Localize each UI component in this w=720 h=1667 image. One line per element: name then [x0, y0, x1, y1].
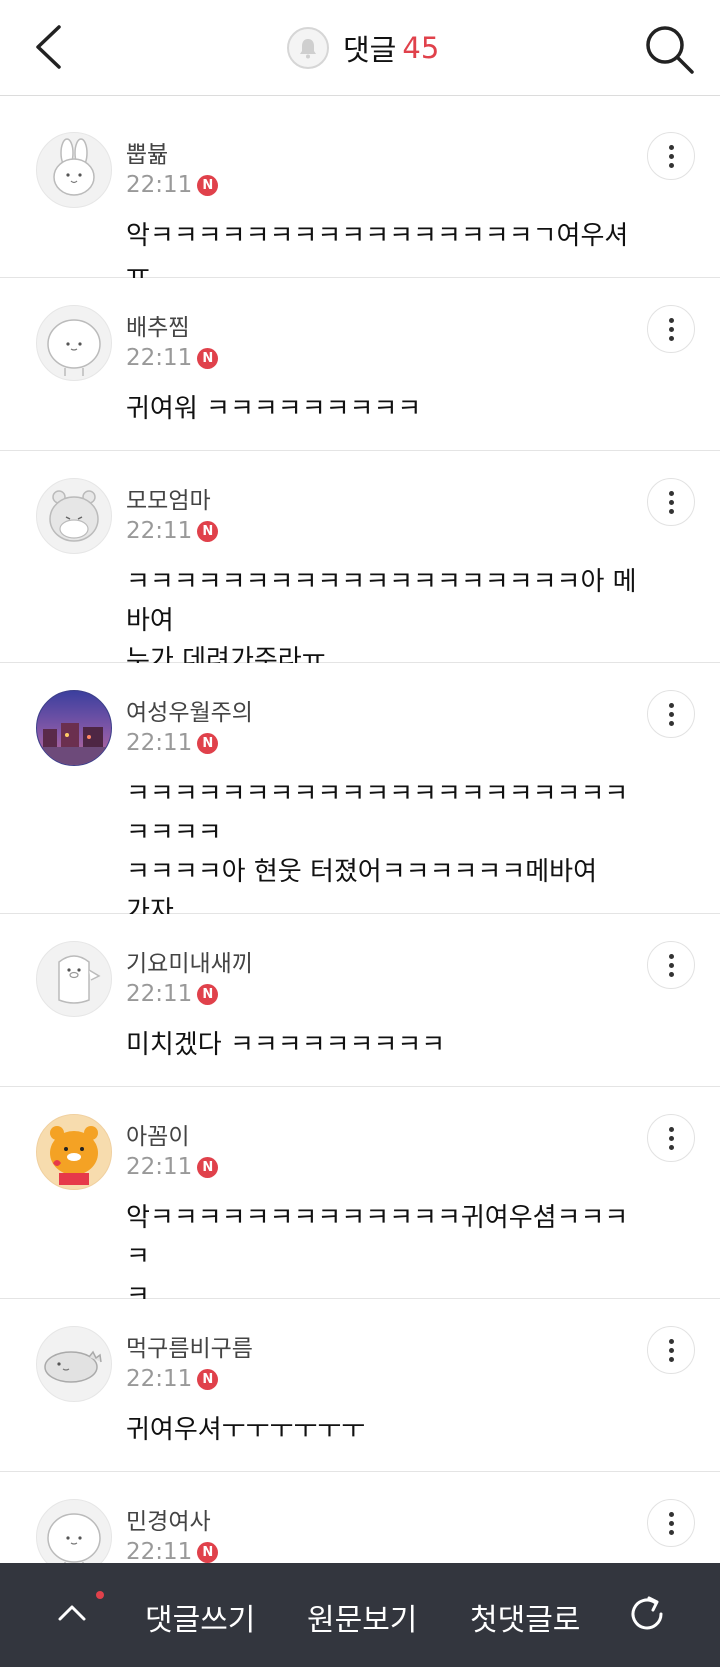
- write-comment-button[interactable]: 댓글쓰기: [145, 1595, 255, 1639]
- comment-list: 뿝뷺 22:11 N 악ㅋㅋㅋㅋㅋㅋㅋㅋㅋㅋㅋㅋㅋㅋㅋㅋㄱ여우셔ㅠ 배추찜 22…: [0, 105, 720, 1644]
- first-comment-button[interactable]: 첫댓글로: [470, 1595, 580, 1639]
- comment-text: 귀여워 ㅋㅋㅋㅋㅋㅋㅋㅋㅋ: [126, 394, 422, 424]
- avatar[interactable]: [36, 1326, 112, 1402]
- avatar[interactable]: [36, 941, 112, 1017]
- comment-time: 22:11: [126, 981, 193, 1007]
- chevron-up-icon[interactable]: [52, 1593, 92, 1633]
- comment-author[interactable]: 기요미내새끼: [126, 944, 253, 978]
- comment-meta: 22:11 N: [126, 172, 219, 198]
- comment-author[interactable]: 여성우월주의: [126, 693, 253, 727]
- avatar[interactable]: [36, 478, 112, 554]
- comment-meta: 22:11 N: [126, 730, 219, 756]
- notification-dot: [96, 1591, 104, 1599]
- comment-author[interactable]: 먹구름비구름: [126, 1329, 253, 1363]
- comment-meta: 22:11 N: [126, 1539, 219, 1565]
- comment-time: 22:11: [126, 518, 193, 544]
- view-original-button[interactable]: 원문보기: [307, 1595, 417, 1639]
- comment-meta: 22:11 N: [126, 518, 219, 544]
- comment-meta: 22:11 N: [126, 1366, 219, 1392]
- comment-author[interactable]: 아꼼이: [126, 1117, 189, 1151]
- back-icon[interactable]: [26, 22, 76, 72]
- comment-item: 모모엄마 22:11 N ㅋㅋㅋㅋㅋㅋㅋㅋㅋㅋㅋㅋㅋㅋㅋㅋㅋㅋㅋ아 메바여 누가…: [0, 451, 720, 675]
- comment-time: 22:11: [126, 1366, 193, 1392]
- refresh-icon[interactable]: [625, 1592, 669, 1636]
- comment-item: 뿝뷺 22:11 N 악ㅋㅋㅋㅋㅋㅋㅋㅋㅋㅋㅋㅋㅋㅋㅋㅋㄱ여우셔ㅠ: [0, 105, 720, 290]
- search-icon[interactable]: [642, 22, 698, 78]
- new-badge: N: [197, 347, 219, 369]
- top-bar: 댓글 45: [0, 0, 720, 96]
- new-badge: N: [197, 1368, 219, 1390]
- avatar[interactable]: [36, 1114, 112, 1190]
- comment-text: 귀여우셔ㅜㅜㅜㅜㅜㅜ: [126, 1415, 366, 1445]
- more-options-icon[interactable]: [647, 941, 695, 989]
- comment-time: 22:11: [126, 1539, 193, 1565]
- comment-author[interactable]: 뿝뷺: [126, 135, 168, 169]
- comment-item: 아꼼이 22:11 N 악ㅋㅋㅋㅋㅋㅋㅋㅋㅋㅋㅋㅋㅋ귀여우셤ㅋㅋㅋㅋ ㅋ: [0, 1087, 720, 1311]
- comment-text: ㅋㅋㅋㅋㅋㅋㅋㅋㅋㅋㅋㅋㅋㅋㅋㅋㅋㅋㅋㅋㅋㅋㅋㅋㅋ ㅋㅋㅋㅋ아 현웃 터졌어ㅋㅋ…: [126, 779, 629, 926]
- comment-author[interactable]: 민경여사: [126, 1502, 211, 1536]
- more-options-icon[interactable]: [647, 132, 695, 180]
- bell-icon[interactable]: [287, 27, 329, 69]
- comment-item: 배추찜 22:11 N 귀여워 ㅋㅋㅋㅋㅋㅋㅋㅋㅋ: [0, 278, 720, 451]
- comment-author[interactable]: 모모엄마: [126, 481, 211, 515]
- avatar[interactable]: [36, 690, 112, 766]
- avatar[interactable]: [36, 305, 112, 381]
- new-badge: N: [197, 1156, 219, 1178]
- page-title: 댓글: [343, 33, 397, 67]
- avatar[interactable]: [36, 132, 112, 208]
- comment-time: 22:11: [126, 345, 193, 371]
- new-badge: N: [197, 520, 219, 542]
- comment-item: 먹구름비구름 22:11 N 귀여우셔ㅜㅜㅜㅜㅜㅜ: [0, 1299, 720, 1472]
- comment-author[interactable]: 배추찜: [126, 308, 189, 342]
- new-badge: N: [197, 1541, 219, 1563]
- more-options-icon[interactable]: [647, 1499, 695, 1547]
- new-badge: N: [197, 174, 219, 196]
- comment-meta: 22:11 N: [126, 981, 219, 1007]
- comment-time: 22:11: [126, 172, 193, 198]
- bottom-action-bar: 댓글쓰기 원문보기 첫댓글로: [0, 1563, 720, 1667]
- comment-item: 여성우월주의 22:11 N ㅋㅋㅋㅋㅋㅋㅋㅋㅋㅋㅋㅋㅋㅋㅋㅋㅋㅋㅋㅋㅋㅋㅋㅋㅋ…: [0, 663, 720, 926]
- comment-text: 미치겠다 ㅋㅋㅋㅋㅋㅋㅋㅋㅋ: [126, 1030, 446, 1060]
- more-options-icon[interactable]: [647, 690, 695, 738]
- comment-item: 기요미내새끼 22:11 N 미치겠다 ㅋㅋㅋㅋㅋㅋㅋㅋㅋ: [0, 914, 720, 1087]
- comment-meta: 22:11 N: [126, 1154, 219, 1180]
- more-options-icon[interactable]: [647, 305, 695, 353]
- more-options-icon[interactable]: [647, 478, 695, 526]
- more-options-icon[interactable]: [647, 1114, 695, 1162]
- comment-meta: 22:11 N: [126, 345, 219, 371]
- new-badge: N: [197, 732, 219, 754]
- comment-time: 22:11: [126, 1154, 193, 1180]
- more-options-icon[interactable]: [647, 1326, 695, 1374]
- comment-count: 45: [402, 31, 440, 65]
- comment-time: 22:11: [126, 730, 193, 756]
- comment-title: 댓글 45: [287, 27, 439, 69]
- new-badge: N: [197, 983, 219, 1005]
